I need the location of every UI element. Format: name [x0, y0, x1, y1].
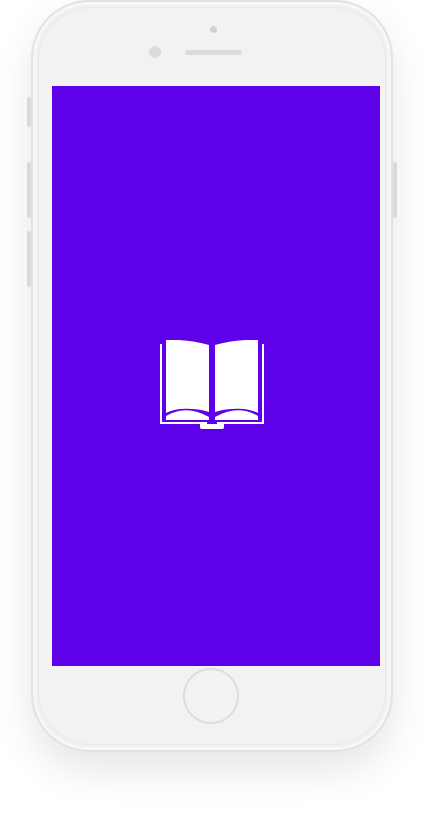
app-splash-screen	[52, 86, 380, 666]
open-book-icon	[158, 340, 266, 430]
power-button	[393, 162, 397, 218]
earpiece-speaker	[185, 50, 242, 55]
front-camera	[210, 26, 217, 33]
device-mockup	[0, 0, 424, 825]
home-button[interactable]	[183, 668, 239, 724]
proximity-sensor	[149, 46, 161, 58]
